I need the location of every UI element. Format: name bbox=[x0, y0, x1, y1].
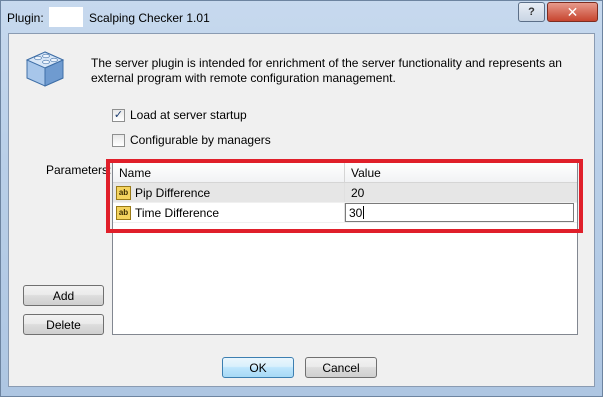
parameters-label: Parameters: bbox=[46, 163, 112, 177]
annotation-highlight-box bbox=[106, 159, 583, 233]
plugin-description: The server plugin is intended for enrich… bbox=[91, 56, 562, 85]
load-at-startup-checkbox[interactable]: ✓ bbox=[112, 108, 125, 122]
delete-button[interactable]: Delete bbox=[23, 314, 104, 335]
dialog-body: The server plugin is intended for enrich… bbox=[8, 33, 595, 387]
checkmark-icon: ✓ bbox=[113, 108, 124, 121]
ok-button[interactable]: OK bbox=[222, 357, 294, 378]
configurable-by-managers-label: Configurable by managers bbox=[130, 133, 271, 147]
configurable-by-managers-option[interactable]: Configurable by managers bbox=[112, 133, 271, 147]
help-button[interactable]: ? bbox=[518, 2, 545, 22]
title-bar[interactable]: Plugin: Scalping Checker 1.01 ? ✕ bbox=[1, 1, 602, 33]
load-at-startup-option[interactable]: ✓ Load at server startup bbox=[112, 108, 247, 122]
load-at-startup-label: Load at server startup bbox=[130, 108, 247, 122]
cancel-button[interactable]: Cancel bbox=[305, 357, 377, 378]
title-prefix: Plugin: bbox=[7, 11, 44, 25]
add-button[interactable]: Add bbox=[23, 285, 104, 306]
plugin-title: Scalping Checker 1.01 bbox=[89, 11, 210, 25]
configurable-by-managers-checkbox[interactable] bbox=[112, 133, 125, 147]
plugin-dialog: Plugin: Scalping Checker 1.01 ? ✕ The se… bbox=[0, 0, 603, 397]
redacted-area bbox=[49, 7, 83, 27]
plugin-block-icon bbox=[25, 51, 65, 87]
close-button[interactable]: ✕ bbox=[547, 2, 598, 22]
